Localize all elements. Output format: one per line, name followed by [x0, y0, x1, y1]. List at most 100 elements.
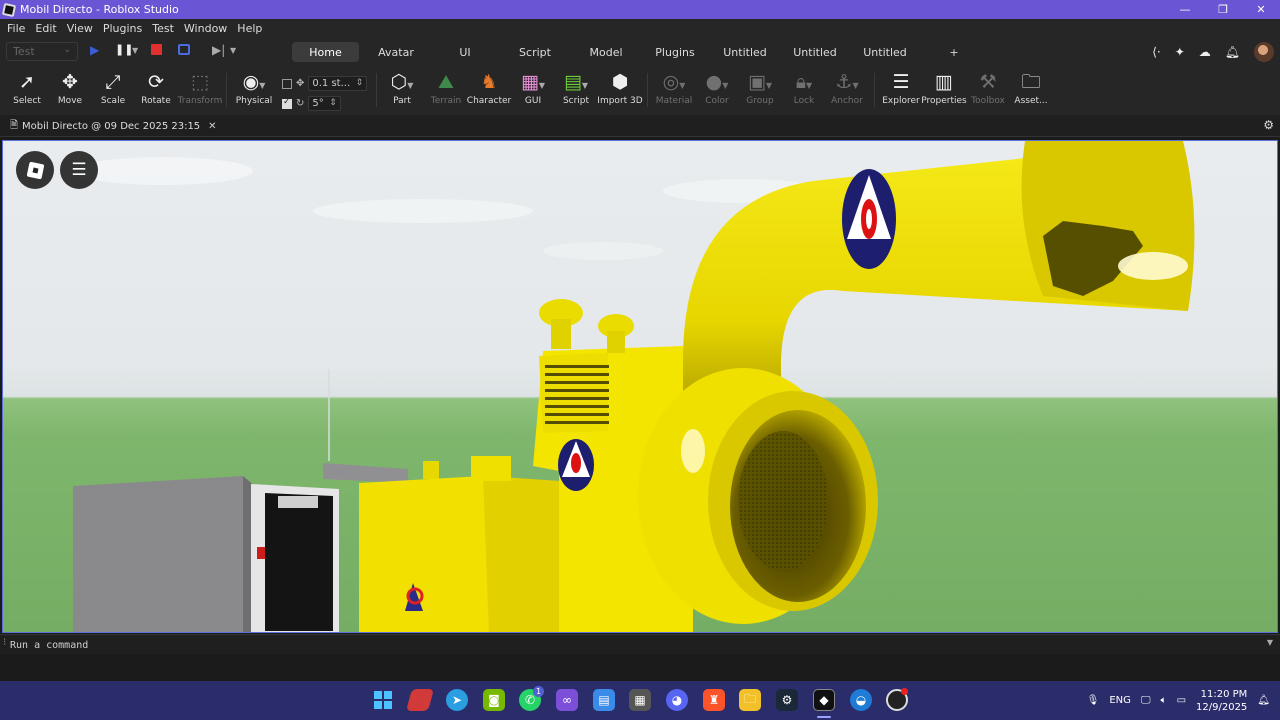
steam-icon[interactable]: ⚙	[776, 689, 798, 711]
home-toolbar: ➚ Select ✥ Move ⤢ Scale ⟳ Rotate ⬚ Trans…	[0, 65, 1280, 115]
select-tool[interactable]: ➚ Select	[4, 69, 50, 106]
system-tray: 🎙︎ ENG 🖵 🔈︎ ▭ 11:20 PM 12/9/2025 🔔︎	[1087, 681, 1280, 720]
windows-taskbar: ➤ ◙ ✆ 1 ∞ ▤ ▦ ◕ ♜ 🗀 ⚙ ◆ ◒ 🎙︎ ENG 🖵 🔈︎ ▭ …	[0, 681, 1280, 720]
menu-button[interactable]: ☰	[60, 151, 98, 189]
part-tool[interactable]: ⬡▼ Part	[379, 69, 425, 106]
anchor-tool[interactable]: ⚓︎▼ Anchor	[824, 69, 870, 106]
command-input[interactable]	[10, 637, 1250, 653]
chevron-down-icon[interactable]: ▼	[1267, 638, 1273, 647]
device-emulator-icon[interactable]	[178, 44, 190, 55]
rotate-tool[interactable]: ⟳ Rotate	[133, 69, 179, 106]
menu-edit[interactable]: Edit	[30, 22, 61, 35]
step-forward-icon[interactable]: ▶|	[212, 43, 225, 57]
minimize-button[interactable]: —	[1166, 0, 1204, 19]
gear-icon[interactable]: ⚙	[1263, 118, 1274, 132]
roblox-studio-icon	[1, 2, 17, 17]
cloud-icon[interactable]: ☁	[1199, 45, 1211, 59]
rotate-increment-field[interactable]: 5°	[308, 96, 341, 111]
volume-icon[interactable]: 🔈︎	[1161, 695, 1167, 706]
character-tool[interactable]: ♞ Character	[466, 69, 512, 106]
edge-browser-icon[interactable]: ◒	[850, 689, 872, 711]
gui-tool[interactable]: ▦▼ GUI	[510, 69, 556, 106]
brave-browser-icon[interactable]: ♜	[703, 689, 725, 711]
chevron-down-icon[interactable]: ▼	[132, 46, 138, 55]
play-icon[interactable]: ▶	[90, 43, 99, 57]
menu-view[interactable]: View	[62, 22, 98, 35]
clock[interactable]: 11:20 PM 12/9/2025	[1196, 688, 1247, 714]
stop-icon[interactable]	[151, 44, 162, 55]
app-red-icon[interactable]	[406, 689, 434, 711]
ribbon-tab-row: Test ⌄ ▶ ❚❚ ▼ ▶| ▼ Home Avatar UI Script…	[0, 38, 1280, 65]
menu-help[interactable]: Help	[232, 22, 267, 35]
tab-script[interactable]: Script	[512, 42, 558, 62]
import-3d-tool[interactable]: ⬢ Import 3D	[597, 69, 643, 106]
visual-studio-icon[interactable]: ∞	[556, 689, 578, 711]
group-tool[interactable]: ▣▼ Group	[737, 69, 783, 106]
roblox-logo-button[interactable]	[16, 151, 54, 189]
part-label: Part	[393, 96, 411, 106]
scale-tool[interactable]: ⤢ Scale	[90, 69, 136, 106]
menu-plugins[interactable]: Plugins	[98, 22, 147, 35]
tab-model[interactable]: Model	[584, 42, 628, 62]
physical-tool[interactable]: ◉▼ Physical	[231, 69, 277, 106]
close-button[interactable]: ✕	[1242, 0, 1280, 19]
document-tab-bar: 🗎 Mobil Directo @ 09 Dec 2025 23:15 ✕ ⚙	[0, 115, 1280, 137]
title-bar: Mobil Directo - Roblox Studio — ❐ ✕	[0, 0, 1280, 19]
toolbox-tool[interactable]: ⚒ Toolbox	[965, 69, 1011, 106]
roblox-studio-taskbar-icon[interactable]: ◆	[813, 689, 835, 711]
language-indicator[interactable]: ENG	[1109, 695, 1131, 706]
properties-tool[interactable]: ▥ Properties	[921, 69, 967, 106]
maximize-button[interactable]: ❐	[1204, 0, 1242, 19]
pause-icon[interactable]: ❚❚	[115, 43, 133, 56]
terrain-tool[interactable]: ⛰ Terrain	[423, 69, 469, 106]
windows-start-icon[interactable]	[372, 689, 394, 711]
3d-viewport[interactable]: ☰	[2, 140, 1278, 633]
document-tab[interactable]: 🗎 Mobil Directo @ 09 Dec 2025 23:15 ✕	[10, 118, 217, 134]
explorer-tool[interactable]: ☰ Explorer	[878, 69, 924, 106]
rotate-increment-control[interactable]: ↻ 5°	[282, 96, 341, 111]
move-snap-checkbox[interactable]	[282, 78, 292, 89]
avatar[interactable]	[1254, 42, 1274, 62]
add-tab-button[interactable]: +	[944, 42, 964, 62]
telegram-icon[interactable]: ➤	[446, 689, 468, 711]
place-file-icon: 🗎	[10, 119, 19, 131]
cube-icon: ⬡▼	[390, 71, 414, 93]
nvidia-icon[interactable]: ◙	[483, 689, 505, 711]
menu-test[interactable]: Test	[147, 22, 179, 35]
move-increment-field[interactable]: 0.1 st...	[308, 76, 368, 91]
network-icon[interactable]: 🖵	[1141, 695, 1151, 706]
tab-untitled-1[interactable]: Untitled	[720, 42, 770, 62]
tab-ui[interactable]: UI	[450, 42, 480, 62]
bell-icon[interactable]: 🔔︎	[1225, 45, 1240, 59]
lock-icon: 🔒︎▼	[795, 71, 813, 93]
menu-window[interactable]: Window	[179, 22, 232, 35]
color-tool[interactable]: ●▼ Color	[694, 69, 740, 106]
tab-untitled-2[interactable]: Untitled	[790, 42, 840, 62]
calculator-icon[interactable]: ▦	[629, 689, 651, 711]
discord-icon[interactable]: ◕	[666, 689, 688, 711]
transform-tool[interactable]: ⬚ Transform	[177, 69, 223, 106]
test-mode-select[interactable]: Test ⌄	[6, 42, 78, 61]
share-icon[interactable]: ⟨·	[1152, 45, 1161, 59]
battery-icon[interactable]: ▭	[1177, 695, 1186, 706]
file-explorer-icon[interactable]: 🗀	[739, 689, 761, 711]
rotate-snap-checkbox[interactable]	[282, 97, 292, 109]
chevron-down-icon[interactable]: ▼	[230, 46, 236, 55]
close-icon[interactable]: ✕	[208, 121, 216, 132]
tab-home[interactable]: Home	[292, 42, 359, 62]
move-tool[interactable]: ✥ Move	[47, 69, 93, 106]
material-tool[interactable]: ◎▼ Material	[651, 69, 697, 106]
notepad-icon[interactable]: ▤	[593, 689, 615, 711]
move-increment-control[interactable]: ✥ 0.1 st...	[282, 76, 368, 91]
tab-untitled-3[interactable]: Untitled	[860, 42, 910, 62]
microphone-icon[interactable]: 🎙︎	[1087, 695, 1100, 706]
tab-avatar[interactable]: Avatar	[370, 42, 422, 62]
collaborate-icon[interactable]: ✦	[1175, 45, 1185, 59]
asset-manager-tool[interactable]: 🗀 Asset...	[1008, 69, 1054, 106]
whatsapp-badge: 1	[533, 686, 544, 697]
notification-icon[interactable]: 🔔︎	[1257, 695, 1270, 706]
script-tool[interactable]: ▤▼ Script	[553, 69, 599, 106]
lock-tool[interactable]: 🔒︎▼ Lock	[781, 69, 827, 106]
menu-file[interactable]: File	[2, 22, 30, 35]
tab-plugins[interactable]: Plugins	[652, 42, 698, 62]
